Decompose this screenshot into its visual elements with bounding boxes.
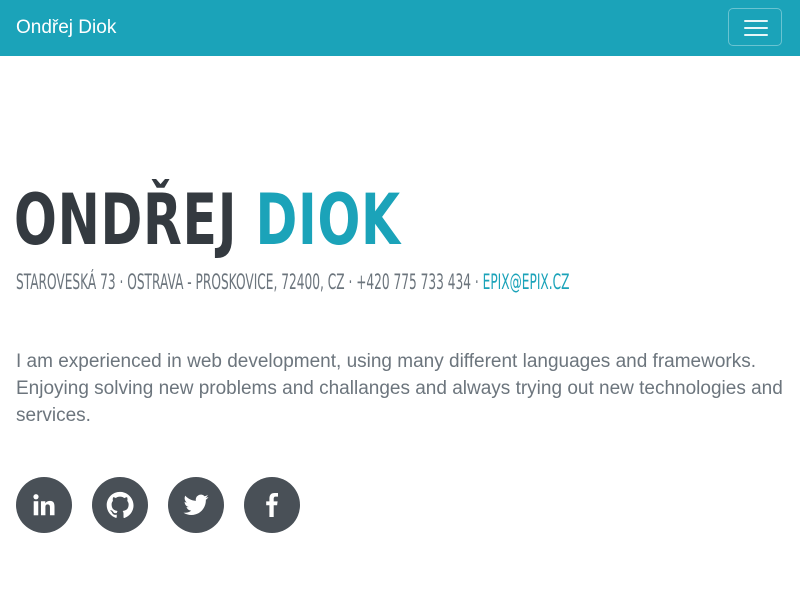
first-name: Ondřej — [14, 179, 238, 261]
navbar-toggler-button[interactable] — [728, 8, 782, 46]
hamburger-icon-bar — [744, 34, 768, 36]
social-icons — [16, 477, 320, 533]
page-title: Ondřej Diok — [14, 165, 401, 275]
navbar: Ondřej Diok — [0, 0, 800, 56]
linkedin-icon — [33, 494, 55, 516]
address-text: Staroveská 73 · Ostrava - Proskovice, 72… — [16, 270, 479, 294]
facebook-button[interactable] — [244, 477, 300, 533]
intro-text: I am experienced in web development, usi… — [16, 351, 783, 426]
email-link[interactable]: epix@epix.cz — [483, 270, 570, 294]
linkedin-button[interactable] — [16, 477, 72, 533]
github-icon — [106, 491, 134, 518]
twitter-icon — [183, 494, 209, 515]
hamburger-icon — [744, 20, 768, 22]
hamburger-icon-bar — [744, 27, 768, 29]
twitter-button[interactable] — [168, 477, 224, 533]
last-name: Diok — [255, 179, 401, 261]
contact-line: Staroveská 73 · Ostrava - Proskovice, 72… — [16, 268, 569, 296]
navbar-brand[interactable]: Ondřej Diok — [16, 15, 116, 41]
github-button[interactable] — [92, 477, 148, 533]
facebook-icon — [266, 493, 278, 517]
